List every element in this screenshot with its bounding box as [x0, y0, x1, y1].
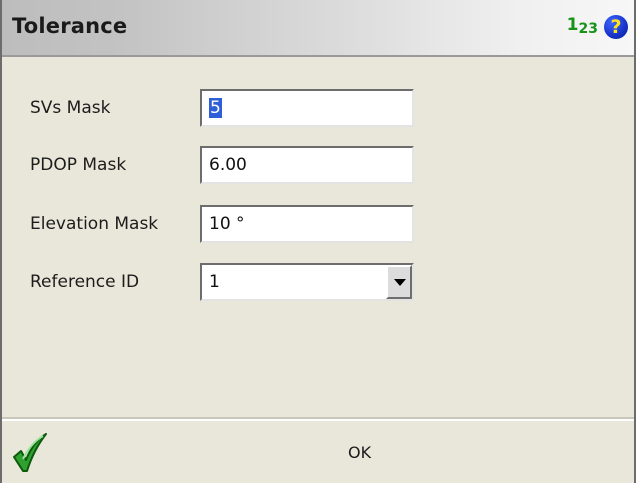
reference-id-select[interactable]: 1	[200, 263, 414, 301]
dropdown-arrow-button[interactable]	[386, 265, 412, 299]
elevation-mask-value: 10 °	[209, 214, 245, 234]
pdop-mask-row: PDOP Mask 6.00	[2, 146, 634, 186]
numeric-input-icon[interactable]: 123	[566, 15, 598, 37]
svs-mask-row: SVs Mask 5	[2, 89, 634, 129]
ok-button[interactable]: OK	[348, 443, 371, 462]
bottom-bar: OK	[2, 417, 634, 483]
input-mode-digit-1: 1	[566, 15, 579, 35]
chevron-down-icon	[394, 279, 406, 286]
green-checkmark-icon[interactable]	[12, 433, 48, 473]
svs-mask-input[interactable]: 5	[200, 89, 414, 127]
svs-mask-value: 5	[209, 98, 222, 118]
reference-id-row: Reference ID 1	[2, 263, 634, 303]
title-bar: Tolerance 123 ?	[2, 0, 634, 57]
checkmark-svg	[13, 433, 47, 472]
elevation-mask-label: Elevation Mask	[30, 214, 159, 234]
pdop-mask-label: PDOP Mask	[30, 155, 127, 175]
reference-id-value: 1	[209, 272, 220, 292]
pdop-mask-input[interactable]: 6.00	[200, 146, 414, 184]
reference-id-label: Reference ID	[30, 272, 140, 292]
pdop-mask-value: 6.00	[209, 155, 247, 175]
input-mode-digit-3: 3	[588, 21, 598, 37]
page-title: Tolerance	[12, 14, 128, 38]
svs-mask-label: SVs Mask	[30, 98, 111, 118]
input-mode-digit-2: 2	[578, 21, 589, 37]
elevation-mask-input[interactable]: 10 °	[200, 205, 414, 243]
elevation-mask-row: Elevation Mask 10 °	[2, 205, 634, 245]
tolerance-screen: Tolerance 123 ? SVs Mask 5 PDOP Mask 6.0…	[0, 0, 636, 483]
help-icon[interactable]: ?	[604, 15, 628, 39]
